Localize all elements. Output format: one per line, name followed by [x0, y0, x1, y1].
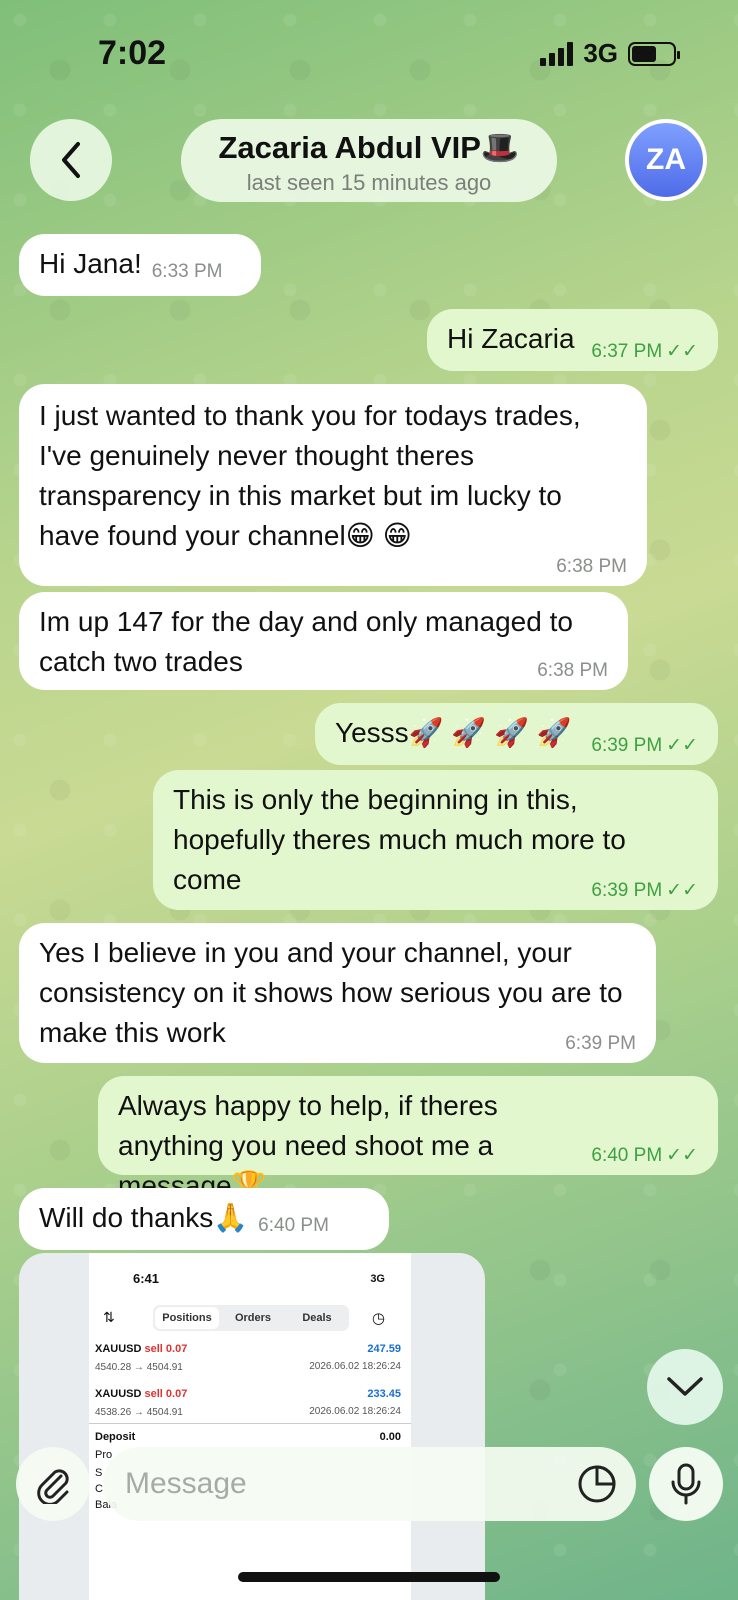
status-time: 7:02 — [98, 34, 167, 72]
message-time: 6:37 PM — [591, 341, 663, 362]
chat-title[interactable]: Zacaria Abdul VIP🎩 last seen 15 minutes … — [181, 119, 557, 202]
sticker-icon[interactable] — [576, 1463, 618, 1505]
position-prices: 4538.26 → 4504.91 — [95, 1407, 183, 1418]
message-time: 6:33 PM — [151, 261, 223, 282]
last-seen: last seen 15 minutes ago — [246, 170, 492, 195]
battery-icon — [628, 41, 680, 66]
double-check-icon: ✓✓ — [666, 1145, 698, 1166]
double-check-icon: ✓✓ — [666, 341, 698, 362]
signal-icon — [540, 41, 574, 66]
message-time-wrap: 6:39 PM ✓✓ — [591, 880, 698, 902]
position-symbol: XAUUSD — [95, 1388, 142, 1400]
message-bubble[interactable]: Hi Zacaria 6:37 PM ✓✓ — [427, 309, 718, 371]
message-text: Hi Jana! — [39, 248, 142, 279]
double-check-icon: ✓✓ — [666, 735, 698, 756]
position-date: 2026.06.02 18:26:24 — [309, 1406, 401, 1417]
message-time: 6:38 PM — [556, 556, 627, 577]
message-bubble[interactable]: This is only the beginning in this, hope… — [153, 770, 718, 910]
status-indicators: 3G — [540, 38, 680, 69]
message-text: Im up 147 for the day and only managed t… — [39, 606, 573, 677]
attach-button[interactable] — [16, 1447, 90, 1521]
message-bubble[interactable]: Im up 147 for the day and only managed t… — [19, 592, 628, 690]
chevron-left-icon — [62, 142, 80, 178]
position-profit: 233.45 — [367, 1388, 401, 1400]
position-side: sell 0.07 — [144, 1343, 188, 1355]
message-text: I just wanted to thank you for todays tr… — [39, 400, 581, 551]
message-time: 6:40 PM — [258, 1215, 329, 1236]
position-detail-row: 4540.28 → 4504.91 2026.06.02 18:26:24 — [95, 1361, 401, 1373]
screenshot-tabs: Positions Orders Deals — [153, 1305, 349, 1331]
message-bubble[interactable]: Yes I believe in you and your channel, y… — [19, 923, 656, 1063]
position-profit: 247.59 — [367, 1343, 401, 1355]
message-input-container[interactable] — [103, 1447, 636, 1521]
message-text: Yes I believe in you and your channel, y… — [39, 937, 623, 1048]
message-time: 6:40 PM — [591, 1145, 663, 1166]
deposit-row: Deposit 0.00 — [95, 1431, 401, 1443]
deposit-value: 0.00 — [379, 1431, 401, 1443]
message-time: 6:39 PM — [591, 880, 663, 901]
message-time-wrap: 6:39 PM ✓✓ — [591, 735, 698, 757]
deposit-label: Deposit — [95, 1431, 136, 1443]
message-text: Will do thanks🙏 — [39, 1202, 249, 1233]
sort-icon: ⇅ — [103, 1309, 115, 1325]
message-bubble[interactable]: Yesss🚀 🚀 🚀 🚀 6:39 PM ✓✓ — [315, 703, 718, 765]
chevron-down-icon — [667, 1377, 703, 1396]
network-type: 3G — [583, 38, 618, 68]
position-detail-row: 4538.26 → 4504.91 2026.06.02 18:26:24 — [95, 1406, 401, 1418]
avatar[interactable]: ZA — [625, 119, 707, 201]
message-bubble[interactable]: Always happy to help, if theres anything… — [98, 1076, 718, 1201]
position-row: XAUUSD sell 0.07 233.45 — [95, 1388, 401, 1400]
message-text: Yesss🚀 🚀 🚀 🚀 — [335, 717, 572, 748]
message-bubble[interactable]: I just wanted to thank you for todays tr… — [19, 384, 647, 586]
double-check-icon: ✓✓ — [666, 880, 698, 901]
paperclip-icon — [37, 1469, 69, 1504]
message-bubble[interactable]: Hi Jana! 6:33 PM — [19, 234, 261, 296]
contact-name: Zacaria Abdul VIP🎩 — [218, 130, 520, 165]
tab-positions: Positions — [155, 1307, 219, 1329]
message-input[interactable] — [125, 1461, 545, 1507]
screenshot-status: 3G — [370, 1273, 385, 1285]
microphone-button[interactable] — [649, 1447, 723, 1521]
message-bubble[interactable]: Will do thanks🙏 6:40 PM — [19, 1188, 389, 1250]
message-time-wrap: 6:40 PM ✓✓ — [591, 1145, 698, 1167]
position-prices: 4540.28 → 4504.91 — [95, 1362, 183, 1373]
screenshot-time: 6:41 — [133, 1271, 160, 1286]
message-time: 6:38 PM — [537, 660, 608, 681]
position-symbol: XAUUSD — [95, 1343, 142, 1355]
trading-screenshot: 6:41 3G ⇅ Positions Orders Deals ◷ XAUUS… — [89, 1253, 411, 1600]
message-time: 6:39 PM — [565, 1033, 636, 1054]
back-button[interactable] — [30, 119, 112, 201]
message-time-wrap: 6:37 PM ✓✓ — [591, 341, 698, 363]
position-date: 2026.06.02 18:26:24 — [309, 1361, 401, 1372]
microphone-icon — [671, 1463, 701, 1505]
home-indicator — [238, 1572, 500, 1582]
image-message[interactable]: 6:41 3G ⇅ Positions Orders Deals ◷ XAUUS… — [19, 1253, 485, 1600]
tab-orders: Orders — [234, 1312, 272, 1324]
message-time: 6:39 PM — [591, 735, 663, 756]
position-row: XAUUSD sell 0.07 247.59 — [95, 1343, 401, 1355]
clock-icon: ◷ — [371, 1310, 385, 1327]
scroll-down-button[interactable] — [647, 1349, 723, 1425]
divider — [89, 1423, 411, 1424]
position-side: sell 0.07 — [144, 1388, 188, 1400]
tab-deals: Deals — [302, 1312, 332, 1324]
message-text: Hi Zacaria — [447, 323, 575, 354]
